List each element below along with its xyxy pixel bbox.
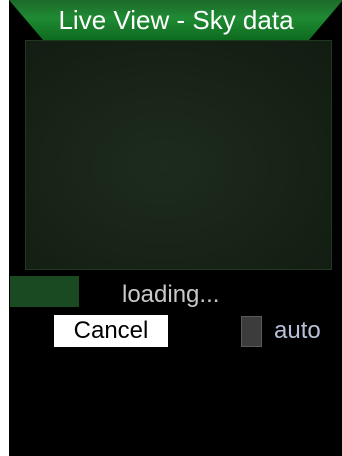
auto-label: auto bbox=[274, 317, 321, 344]
title-bar: Live View - Sky data bbox=[9, 0, 342, 40]
loading-progress-indicator bbox=[10, 276, 79, 307]
device-screen: Live View - Sky data loading... Cancel a… bbox=[9, 0, 342, 456]
status-text: loading... bbox=[122, 281, 220, 308]
cancel-button[interactable]: Cancel bbox=[53, 314, 169, 348]
auto-toggle[interactable]: auto bbox=[241, 314, 321, 348]
auto-checkbox[interactable] bbox=[241, 315, 262, 347]
live-view-preview bbox=[25, 40, 332, 270]
window-title: Live View - Sky data bbox=[58, 5, 294, 35]
